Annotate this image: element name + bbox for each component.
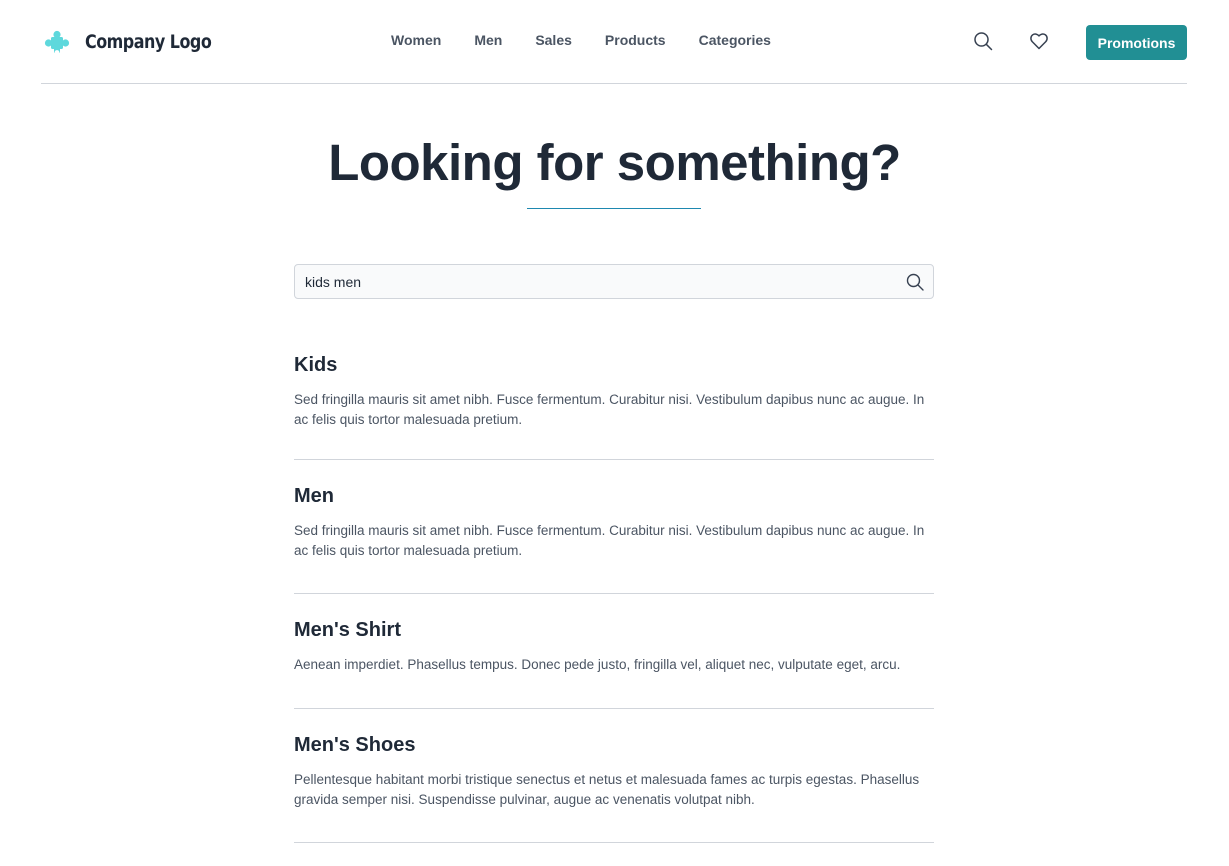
result-description: Sed fringilla mauris sit amet nibh. Fusc… xyxy=(294,392,925,427)
search-results: Kids Sed fringilla mauris sit amet nibh.… xyxy=(294,329,934,843)
result-item: Men Sed fringilla mauris sit amet nibh. … xyxy=(294,460,934,594)
logo-text: Company Logo xyxy=(85,31,212,53)
nav-sales[interactable]: Sales xyxy=(535,32,572,48)
search-icon[interactable] xyxy=(972,30,994,52)
title-underline xyxy=(527,208,701,209)
nav-products[interactable]: Products xyxy=(605,32,666,48)
nav-men[interactable]: Men xyxy=(474,32,502,48)
promotions-button[interactable]: Promotions xyxy=(1086,25,1187,60)
search-submit-icon[interactable] xyxy=(905,272,925,292)
nav-women[interactable]: Women xyxy=(391,32,441,48)
result-description: Aenean imperdiet. Phasellus tempus. Done… xyxy=(294,657,901,672)
puzzle-logo-icon xyxy=(44,30,70,55)
result-item: Men's Shoes Pellentesque habitant morbi … xyxy=(294,709,934,843)
result-title[interactable]: Men xyxy=(294,484,934,508)
site-header: Company Logo Women Men Sales Products Ca… xyxy=(41,0,1187,84)
result-title[interactable]: Men's Shoes xyxy=(294,733,934,757)
page-title: Looking for something? xyxy=(328,134,901,191)
heart-icon[interactable] xyxy=(1028,30,1050,52)
result-title[interactable]: Men's Shirt xyxy=(294,618,934,642)
result-description: Sed fringilla mauris sit amet nibh. Fusc… xyxy=(294,523,925,558)
company-logo[interactable]: Company Logo xyxy=(43,28,235,56)
search-box xyxy=(294,264,934,299)
main-nav: Women Men Sales Products Categories xyxy=(391,32,771,48)
nav-categories[interactable]: Categories xyxy=(699,32,771,48)
result-description: Pellentesque habitant morbi tristique se… xyxy=(294,772,920,807)
result-title[interactable]: Kids xyxy=(294,353,934,377)
result-item: Kids Sed fringilla mauris sit amet nibh.… xyxy=(294,329,934,460)
result-item: Men's Shirt Aenean imperdiet. Phasellus … xyxy=(294,594,934,709)
search-input[interactable] xyxy=(305,265,895,298)
